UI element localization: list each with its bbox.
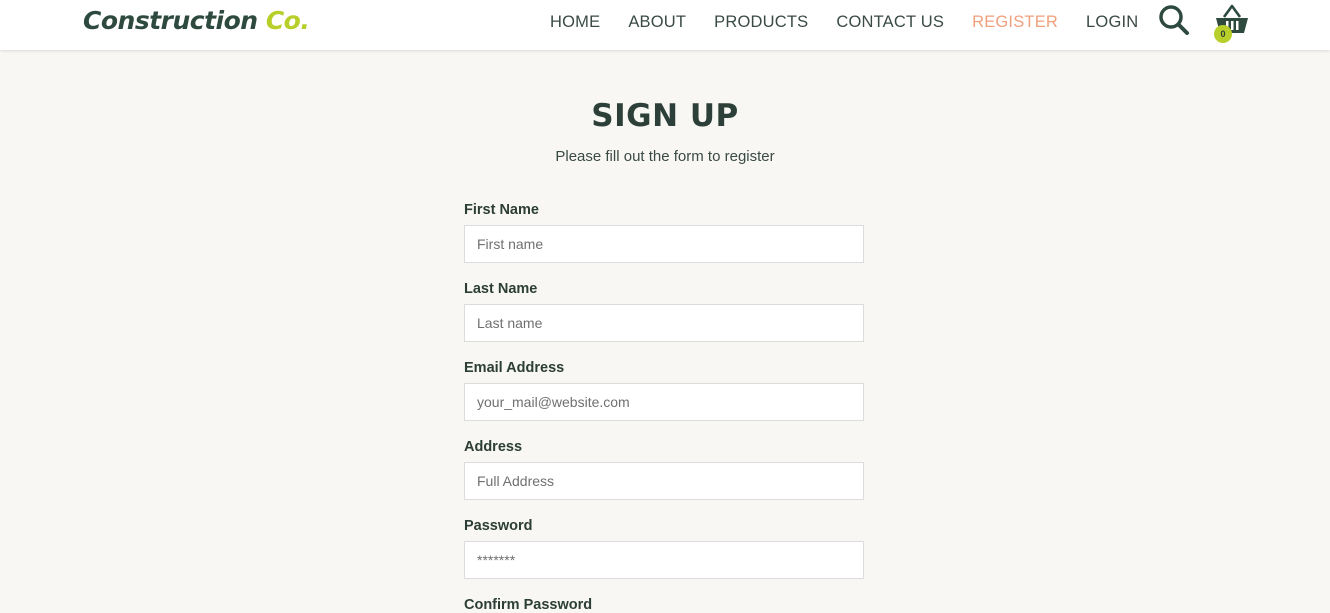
email-input[interactable] (464, 383, 864, 421)
nav-home-link[interactable]: HOME (550, 13, 600, 32)
email-label: Email Address (464, 360, 565, 376)
page-title: SIGN UP (591, 98, 739, 134)
confirm-password-label: Confirm Password (464, 597, 593, 613)
cart-count-badge: 0 (1214, 25, 1232, 43)
last-name-input[interactable] (464, 304, 864, 342)
page-subtitle: Please fill out the form to register (555, 148, 775, 165)
password-label: Password (464, 518, 533, 534)
brand-logo[interactable]: Construction Co. (83, 6, 310, 35)
nav-contact-link[interactable]: CONTACT US (836, 13, 944, 32)
first-name-input[interactable] (464, 225, 864, 263)
nav-login-link[interactable]: LOGIN (1086, 13, 1138, 32)
address-label: Address (464, 439, 523, 455)
navbar: Construction Co. HOME ABOUT PRODUCTS CON… (0, 0, 1330, 50)
brand-name: Construction (83, 6, 258, 35)
nav-products-link[interactable]: PRODUCTS (714, 13, 808, 32)
search-icon[interactable] (1158, 4, 1190, 36)
main-nav: HOME ABOUT PRODUCTS CONTACT US REGISTER … (550, 13, 1138, 32)
password-input[interactable] (464, 541, 864, 579)
nav-register-link[interactable]: REGISTER (972, 13, 1058, 32)
brand-accent: Co. (265, 6, 310, 35)
nav-about-link[interactable]: ABOUT (628, 13, 686, 32)
address-input[interactable] (464, 462, 864, 500)
last-name-label: Last Name (464, 281, 538, 297)
first-name-label: First Name (464, 202, 539, 218)
